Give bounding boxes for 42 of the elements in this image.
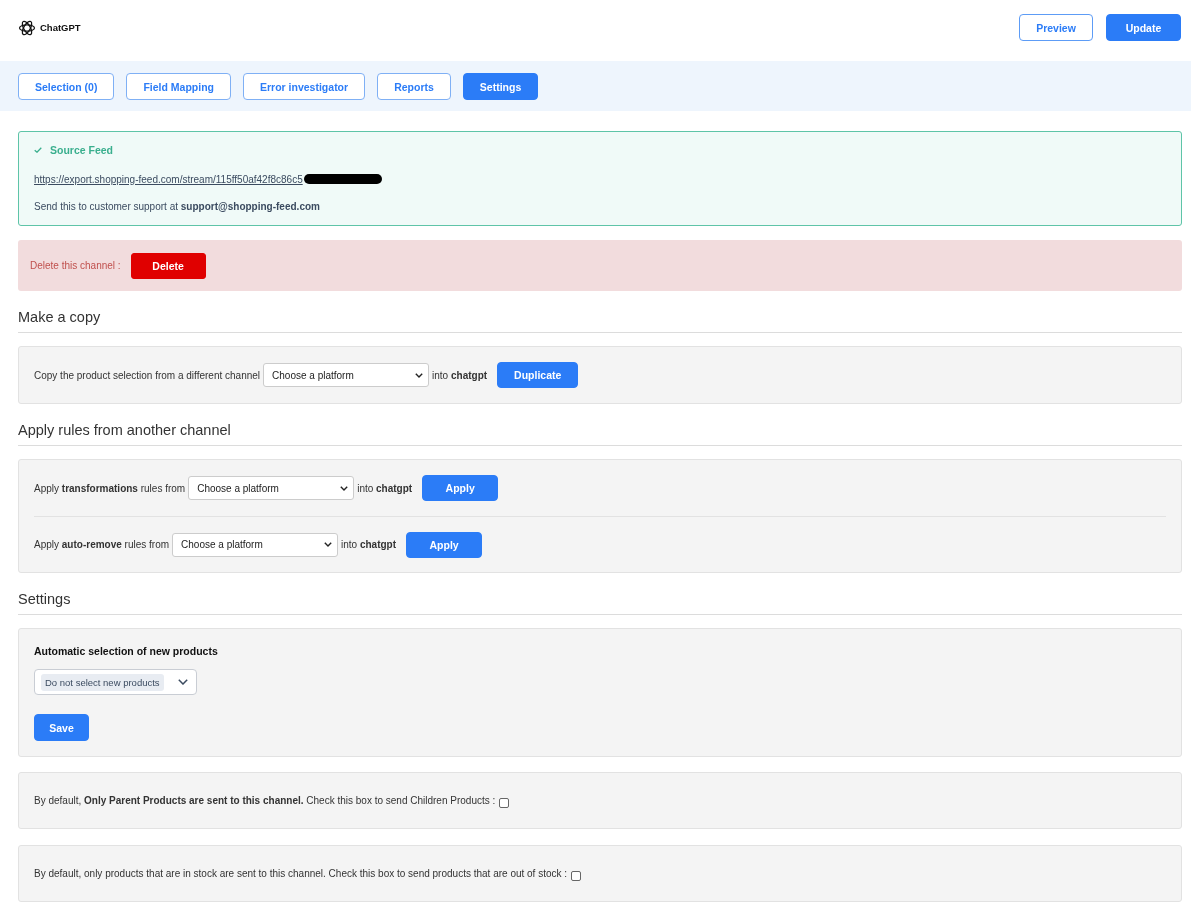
apply-button[interactable]: Apply xyxy=(406,531,483,558)
feed-url-link[interactable]: https://export.shopping-feed.com/stream/115ff50af42f8c86c5 xyxy=(34,173,303,185)
tab[interactable]: Field Mapping xyxy=(126,73,231,100)
target-text: into chatgpt xyxy=(432,369,488,381)
row-text: Apply auto-remove rules from xyxy=(34,539,170,550)
delete-button[interactable]: Delete xyxy=(130,252,206,279)
section-heading: Settings xyxy=(18,589,1182,615)
setting-label: Automatic selection of new products xyxy=(34,644,219,658)
chevron-down-icon xyxy=(178,679,188,685)
value-chip: Do not select new products xyxy=(41,673,164,691)
tab[interactable]: Settings xyxy=(462,73,539,100)
apply-button[interactable]: Apply xyxy=(422,475,499,501)
preview-button[interactable]: Preview xyxy=(1019,14,1093,41)
source-feed-title: Source Feed xyxy=(50,144,114,156)
target-text: into chatgpt xyxy=(341,539,397,550)
brand-name: ChatGPT xyxy=(40,22,81,33)
platform-select[interactable]: Choose a platform xyxy=(172,532,339,557)
selection-dropdown[interactable]: Do not select new products xyxy=(34,669,197,695)
section-heading: Apply rules from another channel xyxy=(18,420,1182,446)
checkbox[interactable] xyxy=(499,797,510,808)
option-text: By default, only products that are in stock are sent to this channel. Check this box to send products that are out of stock : xyxy=(34,868,568,879)
chevron-down-icon xyxy=(415,372,424,378)
tab[interactable]: Reports xyxy=(377,73,451,100)
target-text: into chatgpt xyxy=(357,482,413,494)
platform-select[interactable]: Choose a platform xyxy=(188,476,355,500)
check-icon xyxy=(34,147,42,153)
chevron-down-icon xyxy=(324,542,333,547)
logo-icon xyxy=(18,18,36,37)
support-note: Send this to customer support at support@shopping-feed.com xyxy=(34,200,321,214)
option-text: By default, Only Parent Products are sent to this channel. Check this box to send Children Products : xyxy=(34,795,496,806)
checkbox[interactable] xyxy=(571,870,582,881)
save-button[interactable]: Save xyxy=(34,714,89,741)
tab[interactable]: Error investigator xyxy=(243,73,366,100)
tab[interactable]: Selection (0) xyxy=(18,73,115,100)
section-heading: Make a copy xyxy=(18,307,1182,333)
platform-select[interactable]: Choose a platform xyxy=(263,363,430,387)
delete-label: Delete this channel : xyxy=(30,260,121,271)
chevron-down-icon xyxy=(340,485,349,491)
row-text: Copy the product selection from a different channel xyxy=(34,369,261,381)
duplicate-button[interactable]: Duplicate xyxy=(497,362,579,388)
row-text: Apply transformations rules from xyxy=(34,482,186,494)
update-button[interactable]: Update xyxy=(1106,14,1181,41)
